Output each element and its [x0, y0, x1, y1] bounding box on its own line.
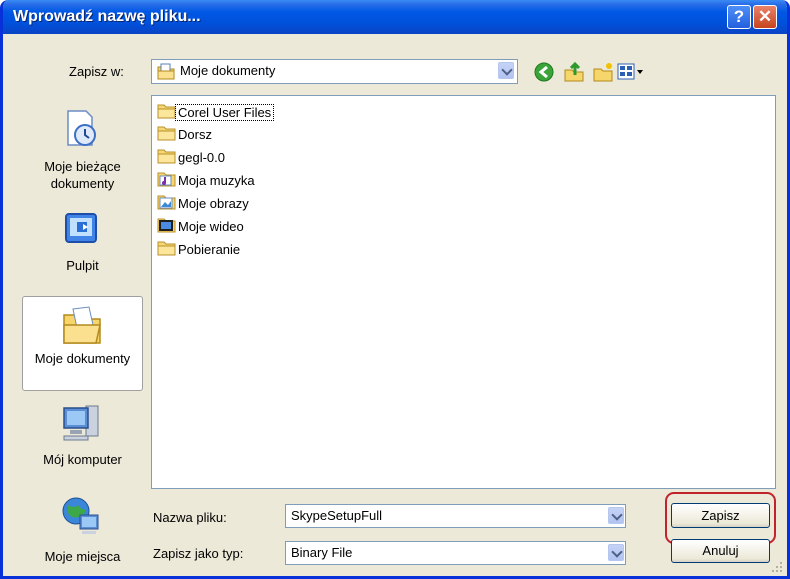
save-dialog: Wprowadź nazwę pliku... ? ✕ Zapisz w: Mo…: [0, 0, 790, 579]
list-item[interactable]: Dorsz: [157, 124, 214, 144]
place-desktop-label: Pulpit: [66, 258, 99, 273]
file-name: Moje obrazy: [178, 195, 249, 211]
recent-documents-icon: [62, 108, 102, 151]
pictures-folder-icon: [157, 194, 176, 213]
place-recent-documents[interactable]: Moje bieżące dokumenty: [22, 104, 143, 200]
save-button[interactable]: Zapisz: [671, 503, 770, 528]
place-recent-documents-label: Moje bieżące dokumenty: [44, 159, 121, 191]
list-item[interactable]: Moje obrazy: [157, 193, 251, 213]
place-my-documents[interactable]: Moje dokumenty: [22, 296, 143, 391]
my-documents-small-icon: [157, 63, 175, 83]
file-name: gegl-0.0: [178, 149, 225, 165]
music-folder-icon: [157, 171, 176, 190]
filetype-value: Binary File: [291, 545, 353, 560]
list-item[interactable]: gegl-0.0: [157, 147, 227, 167]
view-menu-icon[interactable]: [617, 63, 645, 84]
save-in-dropdown[interactable]: Moje dokumenty: [151, 59, 518, 84]
cancel-button[interactable]: Anuluj: [671, 539, 770, 563]
folder-icon: [157, 148, 176, 167]
window-title: Wprowadź nazwę pliku...: [13, 8, 201, 25]
folder-icon: [157, 103, 176, 122]
back-icon[interactable]: [534, 62, 554, 85]
file-name: Dorsz: [178, 126, 212, 142]
filetype-dropdown-arrow[interactable]: [608, 544, 624, 561]
my-documents-icon: [61, 305, 103, 348]
list-item[interactable]: Corel User Files: [157, 102, 275, 122]
filename-dropdown-arrow[interactable]: [608, 507, 624, 524]
help-button[interactable]: ?: [727, 5, 751, 29]
place-desktop[interactable]: Pulpit: [22, 206, 143, 286]
place-my-computer[interactable]: Mój komputer: [22, 398, 143, 478]
my-computer-icon: [60, 402, 102, 445]
file-name: Corel User Files: [174, 103, 275, 121]
up-folder-icon[interactable]: [563, 61, 585, 86]
filename-value: SkypeSetupFull: [291, 508, 383, 523]
save-in-label: Zapisz w:: [69, 64, 124, 79]
title-bar[interactable]: Wprowadź nazwę pliku... ? ✕: [3, 0, 787, 34]
save-in-dropdown-arrow[interactable]: [498, 62, 514, 79]
file-name: Pobieranie: [178, 241, 241, 257]
video-folder-icon: [157, 217, 176, 236]
list-item[interactable]: Moje wideo: [157, 216, 246, 236]
place-network[interactable]: Moje miejsca: [22, 491, 143, 567]
place-my-documents-label: Moje dokumenty: [34, 351, 131, 366]
filetype-label: Zapisz jako typ:: [153, 546, 244, 561]
network-places-icon: [60, 495, 102, 540]
close-button[interactable]: ✕: [753, 5, 777, 29]
place-network-label: Moje miejsca: [44, 549, 121, 564]
file-name: Moja muzyka: [178, 172, 255, 188]
list-item[interactable]: Pobieranie: [157, 239, 242, 259]
places-bar: Moje bieżące dokumenty Pulpit Moje dokum…: [22, 96, 143, 567]
folder-icon: [157, 125, 176, 144]
new-folder-icon[interactable]: [592, 61, 614, 86]
desktop-icon: [63, 210, 101, 251]
filetype-dropdown[interactable]: Binary File: [285, 541, 626, 565]
filename-input[interactable]: SkypeSetupFull: [285, 504, 626, 528]
file-list[interactable]: Corel User Files Dorsz gegl-0.0 Moja muz…: [151, 95, 776, 489]
folder-icon: [157, 240, 176, 259]
resize-grip-icon[interactable]: [770, 560, 783, 576]
filename-label: Nazwa pliku:: [153, 510, 227, 525]
list-item[interactable]: Moja muzyka: [157, 170, 257, 190]
file-name: Moje wideo: [178, 218, 244, 234]
place-my-computer-label: Mój komputer: [43, 452, 122, 467]
save-in-value: Moje dokumenty: [180, 63, 276, 78]
